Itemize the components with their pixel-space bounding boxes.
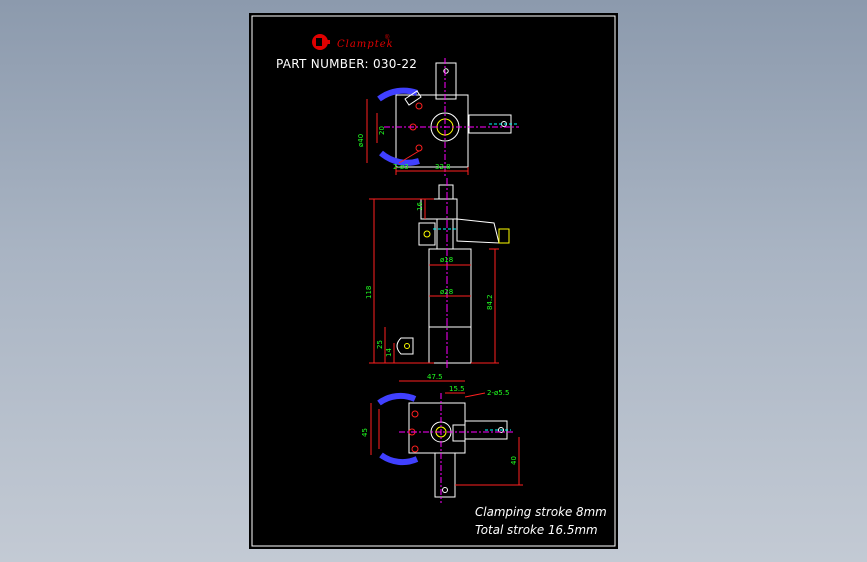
dim-top-d40: ø40 xyxy=(357,134,365,147)
dim-mid-118: 118 xyxy=(365,286,373,299)
top-view xyxy=(366,58,519,178)
total-stroke-note: Total stroke 16.5mm xyxy=(475,522,598,537)
drawing-sheet: ø40 20 2-ø3 32.8 16 118 ø18 ø28 84.2 25 … xyxy=(249,13,618,549)
dim-mid-84: 84.2 xyxy=(486,294,494,310)
dim-mid-d18: ø18 xyxy=(440,256,453,264)
clamping-stroke-note: Clamping stroke 8mm xyxy=(475,504,607,519)
dim-mid-14: 14 xyxy=(385,348,393,357)
dim-top-32: 32.8 xyxy=(435,163,451,171)
bottom-view xyxy=(370,380,523,503)
dim-mid-16: 16 xyxy=(416,202,424,211)
dim-top-20: 20 xyxy=(378,126,386,135)
dim-bot-15: 15.5 xyxy=(449,385,465,393)
dim-bot-40: 40 xyxy=(510,456,518,465)
dim-mid-25: 25 xyxy=(376,340,384,349)
dim-mid-d28: ø28 xyxy=(440,288,453,296)
part-number: PART NUMBER: 030-22 xyxy=(276,57,418,71)
dim-bot-holes: 2-ø5.5 xyxy=(487,389,509,397)
front-view xyxy=(369,178,510,368)
dim-bot-45: 45 xyxy=(361,428,369,437)
brand-reg-mark: ® xyxy=(385,35,390,41)
clamptek-logo-icon xyxy=(312,34,330,50)
technical-drawing: ø40 20 2-ø3 32.8 16 118 ø18 ø28 84.2 25 … xyxy=(251,15,616,547)
dim-bot-47: 47.5 xyxy=(427,373,443,381)
dim-top-2d3: 2-ø3 xyxy=(393,163,409,171)
